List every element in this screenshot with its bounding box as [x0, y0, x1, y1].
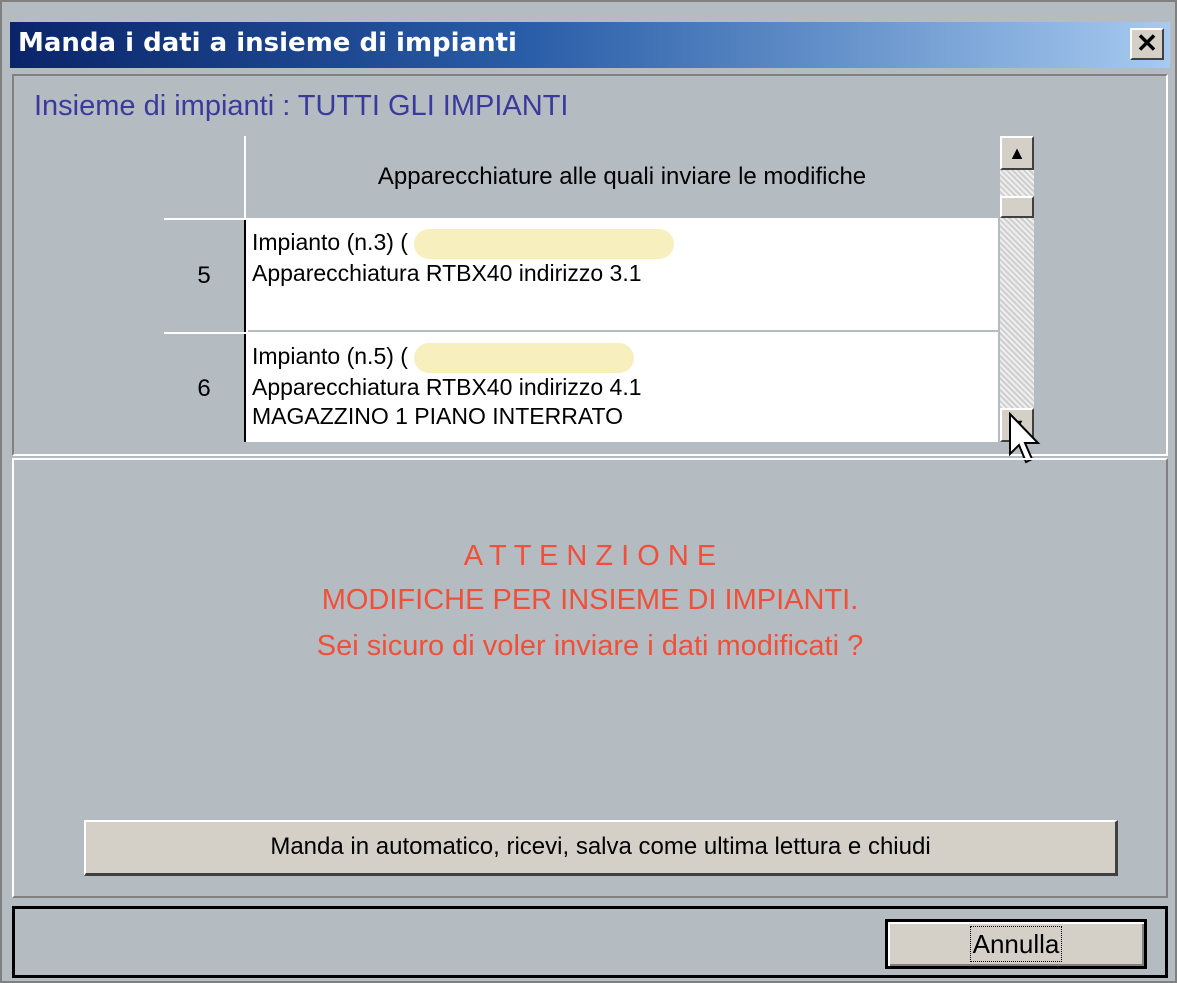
cancel-button[interactable]: Annulla	[885, 919, 1147, 969]
row-line-device: Apparecchiatura RTBX40 indirizzo 3.1	[252, 259, 642, 286]
warning-subtitle: MODIFICHE PER INSIEME DI IMPIANTI.	[321, 584, 859, 616]
scroll-up-button[interactable]: ▲	[1000, 136, 1034, 170]
dialog-window: Manda i dati a insieme di impianti ✕ Ins…	[0, 0, 1177, 983]
redaction-mark	[413, 342, 634, 373]
vertical-scrollbar[interactable]: ▲ ▼	[1000, 136, 1034, 442]
warning-panel: A T T E N Z I O N E MODIFICHE PER INSIEM…	[12, 458, 1168, 898]
redaction-mark	[413, 228, 674, 259]
row-line-device: Apparecchiatura RTBX40 indirizzo 4.1	[252, 373, 642, 400]
title-bar[interactable]: Manda i dati a insieme di impianti ✕	[10, 22, 1170, 68]
row-number[interactable]: 5	[164, 220, 246, 332]
grid-column-header: Apparecchiature alle quali inviare le mo…	[246, 136, 998, 220]
row-line-location: MAGAZZINO 1 PIANO INTERRATO	[252, 402, 624, 429]
devices-panel: Insieme di impianti : TUTTI GLI IMPIANTI…	[12, 74, 1168, 456]
scroll-thumb[interactable]	[1000, 196, 1034, 218]
table-row[interactable]: Impianto (n.3) ( Apparecchiatura RTBX40 …	[248, 220, 998, 332]
row-number[interactable]: 6	[164, 334, 246, 442]
group-label: Insieme di impianti : TUTTI GLI IMPIANTI	[34, 90, 569, 122]
devices-grid[interactable]: Apparecchiature alle quali inviare le mo…	[164, 136, 998, 442]
warning-title: A T T E N Z I O N E	[463, 540, 717, 572]
auto-send-button[interactable]: Manda in automatico, ricevi, salva come …	[84, 820, 1118, 876]
grid-header-corner	[164, 136, 246, 220]
row-line-plant: Impianto (n.5) (	[252, 342, 998, 373]
close-button[interactable]: ✕	[1130, 28, 1164, 60]
close-icon: ✕	[1136, 28, 1158, 58]
table-row[interactable]: Impianto (n.5) ( Apparecchiatura RTBX40 …	[248, 334, 998, 442]
window-title: Manda i dati a insieme di impianti	[18, 28, 517, 58]
footer-panel: Annulla	[12, 906, 1168, 978]
warning-question: Sei sicuro di voler inviare i dati modif…	[316, 630, 864, 662]
cancel-button-label: Annulla	[969, 926, 1063, 962]
row-line-plant: Impianto (n.3) (	[252, 228, 998, 259]
arrow-up-icon: ▲	[1008, 143, 1026, 163]
